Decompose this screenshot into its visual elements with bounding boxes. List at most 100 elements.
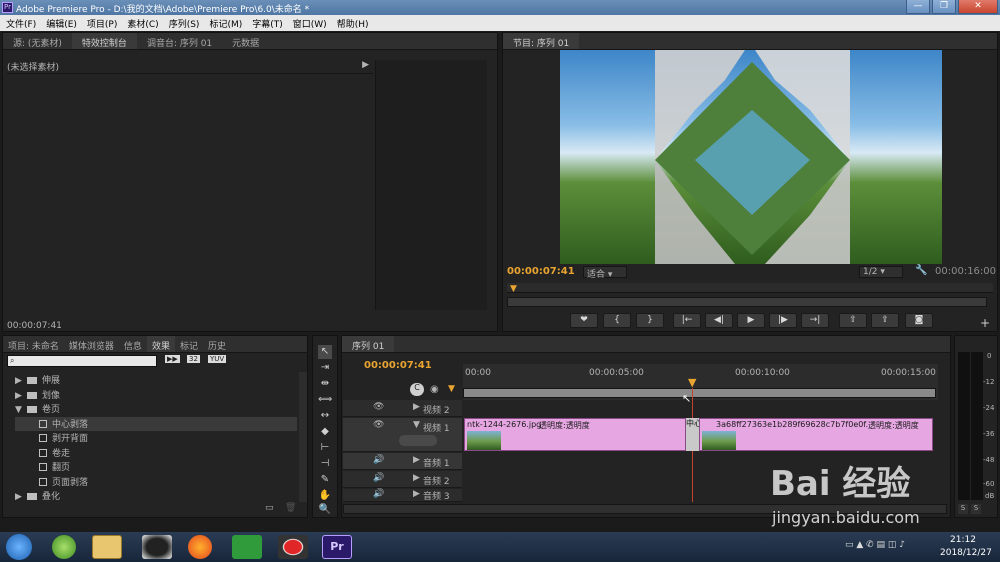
track-select-tool-icon[interactable]: ⇥	[318, 361, 332, 375]
yuv-effects-badge[interactable]: YUV	[208, 355, 227, 363]
tab-audio-mixer[interactable]: 调音台: 序列 01	[137, 33, 222, 49]
menu-title[interactable]: 字幕(T)	[246, 15, 287, 31]
tab-effect-controls[interactable]: 特效控制台	[71, 33, 137, 49]
ripple-edit-tool-icon[interactable]: ⇹	[318, 377, 332, 391]
timeline-ruler[interactable]: 00:00 00:00:05:00 00:00:10:00 00:00:15:0…	[463, 364, 938, 400]
tree-effect-peel-back[interactable]: 剥开背面	[15, 431, 297, 446]
solo-left-button[interactable]: S	[958, 504, 968, 514]
eye-icon[interactable]: 👁	[373, 420, 384, 430]
step-forward-button[interactable]: |▶	[769, 313, 797, 328]
qq-icon[interactable]	[142, 535, 172, 559]
firefox-icon[interactable]	[188, 535, 212, 559]
menu-marker[interactable]: 标记(M)	[203, 15, 246, 31]
mark-out-button[interactable]: }	[636, 313, 664, 328]
file-explorer-icon[interactable]	[92, 535, 122, 559]
start-button-icon[interactable]	[6, 534, 32, 560]
tree-effect-page-peel[interactable]: 页面剥落	[15, 475, 297, 490]
tab-program[interactable]: 节目: 序列 01	[503, 33, 580, 49]
transition-center-peel[interactable]: 中心剥	[686, 418, 700, 451]
clip-2[interactable]: 3a68ff27363e1b289f69628c7b7f0e0f.jpg 透明度…	[699, 418, 933, 451]
selection-tool-icon[interactable]: ↖	[318, 345, 332, 359]
delete-icon[interactable]: 🗑	[285, 503, 296, 513]
effects-search-input[interactable]: ⌕	[7, 355, 157, 367]
rate-stretch-tool-icon[interactable]: ↔	[318, 409, 332, 423]
snap-icon[interactable]: C	[410, 383, 424, 396]
resolution-dropdown[interactable]: 1/2 ▾	[859, 266, 903, 278]
premiere-taskbar-icon[interactable]: Pr	[322, 535, 352, 559]
menu-edit[interactable]: 编辑(E)	[40, 15, 81, 31]
tree-effect-page-turn[interactable]: 卷走	[15, 446, 297, 461]
fit-dropdown[interactable]: 适合 ▾	[583, 266, 627, 280]
tab-project[interactable]: 项目: 未命名	[3, 336, 64, 352]
tab-metadata[interactable]: 元数据	[222, 33, 269, 49]
clip-opacity-dropdown[interactable]: 透明度:透明度	[868, 420, 919, 431]
tab-media-browser[interactable]: 媒体浏览器	[64, 336, 119, 352]
collapse-arrow-icon[interactable]: ▶	[413, 455, 420, 465]
tab-markers[interactable]: 标记	[175, 336, 203, 352]
menu-file[interactable]: 文件(F)	[0, 15, 40, 31]
speaker-icon[interactable]: 🔊	[373, 473, 384, 483]
360-app-icon[interactable]	[52, 535, 76, 559]
add-marker-button[interactable]: ❤	[570, 313, 598, 328]
collapse-arrow-icon[interactable]: ▶	[413, 473, 420, 483]
zoom-tool-icon[interactable]: 🔍	[318, 503, 332, 517]
clip-1[interactable]: ntk-1244-2676.jpg 透明度:透明度	[464, 418, 686, 451]
rolling-edit-tool-icon[interactable]: ⟺	[318, 393, 332, 407]
speaker-icon[interactable]: 🔊	[373, 489, 384, 499]
slide-tool-icon[interactable]: ⊣	[318, 457, 332, 471]
razor-tool-icon[interactable]: ◆	[318, 425, 332, 439]
menu-sequence[interactable]: 序列(S)	[163, 15, 204, 31]
tree-folder-stretch[interactable]: ▶ 伸展	[15, 373, 297, 388]
link-icon[interactable]: ◉	[430, 384, 439, 395]
effects-scrollbar[interactable]	[299, 372, 307, 502]
tree-effect-center-peel[interactable]: 中心剥落	[15, 416, 297, 431]
eye-icon[interactable]: 👁	[373, 402, 384, 412]
keyframe-toggle[interactable]	[399, 435, 437, 446]
menu-project[interactable]: 项目(P)	[81, 15, 121, 31]
clip-opacity-dropdown[interactable]: 透明度:透明度	[539, 420, 590, 431]
program-time-ruler[interactable]	[507, 283, 993, 293]
new-bin-icon[interactable]: ▭	[265, 503, 274, 513]
minimize-button[interactable]: —	[906, 0, 930, 14]
timeline-marker-icon[interactable]: ▼	[448, 384, 455, 394]
speaker-icon[interactable]: 🔊	[373, 455, 384, 465]
extract-button-icon[interactable]: ⇪	[871, 313, 899, 328]
menu-window[interactable]: 窗口(W)	[287, 15, 331, 31]
export-frame-camera-icon[interactable]: ◙	[905, 313, 933, 328]
slip-tool-icon[interactable]: ⊢	[318, 441, 332, 455]
work-area-bar[interactable]	[463, 388, 936, 398]
mark-in-button[interactable]: {	[603, 313, 631, 328]
collapse-arrow-icon[interactable]: ▶	[413, 489, 420, 499]
lift-button-icon[interactable]: ⇧	[839, 313, 867, 328]
solo-right-button[interactable]: S	[971, 504, 981, 514]
menu-clip[interactable]: 素材(C)	[121, 15, 162, 31]
settings-wrench-icon[interactable]: 🔧	[915, 265, 927, 276]
tree-folder-page-peel[interactable]: ▼ 卷页	[15, 402, 297, 417]
tree-effect-page-flip[interactable]: 翻页	[15, 460, 297, 475]
pen-tool-icon[interactable]: ✎	[318, 473, 332, 487]
tab-source[interactable]: 源: (无素材)	[3, 33, 72, 49]
clock-date[interactable]: 2018/12/27	[940, 548, 992, 558]
tray-icons[interactable]: ▭ ▲ ✆ ▤ ◫ ♪	[845, 540, 905, 550]
clock-time[interactable]: 21:12	[950, 535, 976, 545]
add-button-icon[interactable]: +	[980, 316, 990, 330]
media-app-icon[interactable]	[232, 535, 262, 559]
tab-info[interactable]: 信息	[119, 336, 147, 352]
recorder-icon[interactable]	[278, 535, 308, 559]
play-button[interactable]: ▶	[737, 313, 765, 328]
tab-sequence[interactable]: 序列 01	[342, 336, 395, 352]
tree-folder-iris[interactable]: ▶ 划像	[15, 388, 297, 403]
playhead-marker-icon[interactable]: ▼	[510, 284, 517, 294]
collapse-arrow-icon[interactable]: ▶	[413, 402, 420, 412]
expand-arrow-icon[interactable]: ▶	[362, 60, 369, 70]
32bit-effects-badge[interactable]: 32	[187, 355, 200, 363]
zoom-scroll-bar[interactable]	[507, 297, 987, 307]
step-back-button[interactable]: ◀|	[705, 313, 733, 328]
hand-tool-icon[interactable]: ✋	[318, 489, 332, 503]
go-to-in-button[interactable]: |←	[673, 313, 701, 328]
tree-folder-dissolve[interactable]: ▶ 叠化	[15, 489, 297, 504]
menu-help[interactable]: 帮助(H)	[331, 15, 373, 31]
go-to-out-button[interactable]: →|	[801, 313, 829, 328]
accelerated-effects-badge[interactable]: ▶▶	[165, 355, 180, 363]
close-button[interactable]: ✕	[958, 0, 998, 14]
